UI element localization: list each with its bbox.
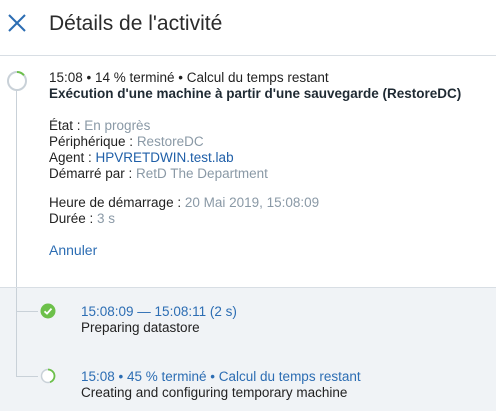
state-row: État : En progrès [49,118,489,134]
duration-row: Durée : 3 s [49,211,489,227]
progress-ring-icon [40,368,56,384]
agent-link[interactable]: HPVRETDWIN.test.lab [96,150,234,165]
started-by-row: Démarré par : RetD The Department [49,166,489,182]
page-title: Détails de l'activité [49,12,223,35]
cancel-button[interactable]: Annuler [49,242,97,258]
sub-activity-item[interactable]: 15:08 • 45 % terminé • Calcul du temps r… [81,369,481,401]
start-time-value: 20 Mai 2019, 15:08:09 [184,195,320,210]
timeline-connector [16,376,38,377]
check-circle-icon [40,303,56,319]
device-value: RestoreDC [136,134,204,149]
duration-value: 3 s [97,211,116,226]
timeline-connector [16,311,38,312]
started-by-label: Démarré par : [49,166,137,181]
sub-activity-name: Creating and configuring temporary machi… [81,385,348,400]
progress-ring-icon [7,71,27,91]
duration-label: Durée : [49,211,98,226]
state-value: En progrès [84,118,151,133]
agent-label: Agent : [49,150,96,165]
sub-activity-meta: 15:08:09 — 15:08:11 (2 s) [81,304,237,319]
close-icon [8,14,26,32]
start-time-label: Heure de démarrage : [49,195,185,210]
header: Détails de l'activité [0,0,496,56]
agent-row: Agent : HPVRETDWIN.test.lab [49,150,489,166]
activity-status-line: 15:08 • 14 % terminé • Calcul du temps r… [49,70,329,85]
sub-activities-panel: 15:08:09 — 15:08:11 (2 s) Preparing data… [0,287,496,411]
device-row: Périphérique : RestoreDC [49,134,489,150]
sub-activity-meta: 15:08 • 45 % terminé • Calcul du temps r… [81,369,361,384]
activity-details: 15:08 • 14 % terminé • Calcul du temps r… [49,70,489,260]
activity-name: Exécution d'une machine à partir d'une s… [49,86,462,101]
timeline-branch [16,288,17,376]
state-label: État : [49,118,85,133]
start-time-row: Heure de démarrage : 20 Mai 2019, 15:08:… [49,195,489,211]
started-by-value: RetD The Department [136,166,268,181]
close-button[interactable] [6,12,28,34]
sub-activity-name: Preparing datastore [81,320,200,335]
device-label: Périphérique : [49,134,137,149]
sub-activity-item[interactable]: 15:08:09 — 15:08:11 (2 s) Preparing data… [81,304,481,336]
